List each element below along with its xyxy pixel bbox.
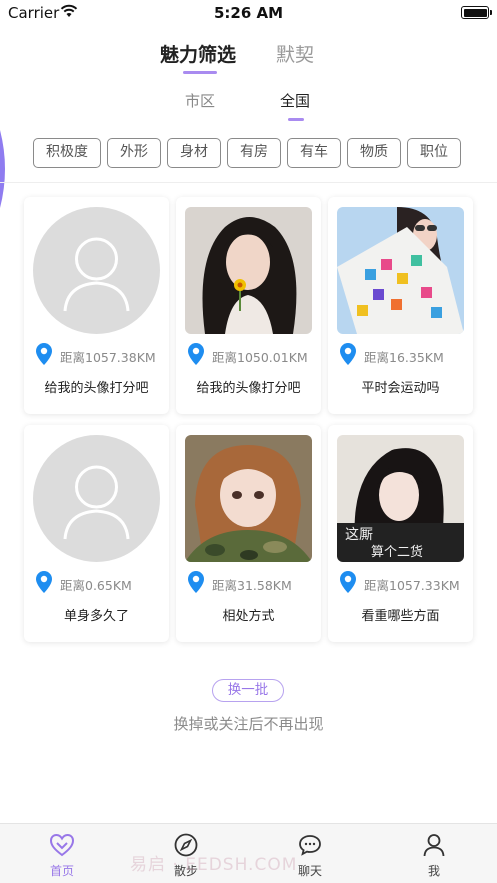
distance-label: 距离1050.01KM [212, 350, 308, 365]
distance-row: 距离1050.01KM [188, 343, 318, 365]
location-pin-icon [36, 343, 52, 365]
distance-label: 距离0.65KM [60, 578, 132, 593]
user-card[interactable]: 这厮 算个二货 距离1057.33KM 看重哪些方面 [328, 425, 473, 642]
card-caption: 平时会运动吗 [361, 381, 440, 396]
chat-bubble-icon [299, 835, 321, 856]
card-caption: 给我的头像打分吧 [196, 381, 301, 396]
nav-label: 我 [427, 864, 440, 878]
location-pin-icon [340, 343, 356, 365]
location-pin-icon [36, 571, 52, 593]
distance-label: 距离31.58KM [212, 578, 292, 593]
user-card[interactable]: 距离1057.38KM 给我的头像打分吧 [24, 197, 169, 414]
divider [0, 182, 497, 183]
distance-label: 距离16.35KM [364, 350, 444, 365]
nav-label: 首页 [49, 864, 74, 878]
status-bar: Carrier 5:26 AM [0, 0, 497, 26]
photo-sticker-text: 这厮 [345, 526, 373, 543]
user-card[interactable]: 距离16.35KM 平时会运动吗 [328, 197, 473, 414]
distance-row: 距离0.65KM [36, 571, 166, 593]
clock: 5:26 AM [213, 4, 284, 22]
watermark: 易启 · EEDSH.COM [130, 855, 298, 875]
filter-chip[interactable]: 积极度 [33, 138, 101, 168]
card-caption: 单身多久了 [63, 609, 129, 624]
nav-home[interactable]: 首页 [22, 824, 102, 883]
filter-chip[interactable]: 有车 [287, 138, 341, 168]
tab-city[interactable]: 市区 [185, 90, 215, 111]
default-avatar [33, 435, 160, 562]
distance-label: 距离1057.33KM [364, 578, 460, 593]
nav-me[interactable]: 我 [394, 824, 474, 883]
filter-chip[interactable]: 物质 [347, 138, 401, 168]
photo-sticker-text: 算个二货 [371, 544, 423, 560]
card-caption: 看重哪些方面 [361, 609, 440, 624]
default-avatar [33, 207, 160, 334]
tab-nationwide[interactable]: 全国 [280, 90, 310, 111]
sub-tab-indicator [288, 118, 304, 121]
filter-chip[interactable]: 外形 [107, 138, 161, 168]
filter-chip[interactable]: 有房 [227, 138, 281, 168]
refresh-batch-button[interactable]: 换一批 [212, 679, 284, 702]
distance-row: 距离1057.33KM [340, 571, 470, 593]
heart-icon [49, 833, 75, 857]
hint-text: 换掉或关注后不再出现 [173, 715, 324, 733]
filter-chip[interactable]: 身材 [167, 138, 221, 168]
distance-row: 距离16.35KM [340, 343, 470, 365]
tab-rapport[interactable]: 默契 [276, 40, 314, 67]
person-icon [423, 834, 445, 857]
tab-charm-filter[interactable]: 魅力筛选 [160, 40, 236, 67]
location-pin-icon [340, 571, 356, 593]
profile-photo [185, 435, 312, 562]
filter-chip[interactable]: 职位 [407, 138, 461, 168]
distance-row: 距离1057.38KM [36, 343, 166, 365]
top-tab-indicator [183, 71, 217, 74]
card-caption: 相处方式 [222, 609, 275, 624]
battery-icon [461, 6, 492, 19]
user-card[interactable]: 距离1050.01KM 给我的头像打分吧 [176, 197, 321, 414]
side-drawer-handle[interactable] [0, 130, 10, 208]
distance-row: 距离31.58KM [188, 571, 318, 593]
profile-photo [337, 207, 464, 334]
profile-photo [185, 207, 312, 334]
location-pin-icon [188, 343, 204, 365]
profile-photo: 这厮 算个二货 [337, 435, 464, 562]
user-card[interactable]: 距离31.58KM 相处方式 [176, 425, 321, 642]
filter-chip-bar: 积极度 外形 身材 有房 有车 物质 职位 [33, 138, 471, 168]
card-caption: 给我的头像打分吧 [44, 381, 149, 396]
user-card[interactable]: 距离0.65KM 单身多久了 [24, 425, 169, 642]
location-pin-icon [188, 571, 204, 593]
distance-label: 距离1057.38KM [60, 350, 156, 365]
